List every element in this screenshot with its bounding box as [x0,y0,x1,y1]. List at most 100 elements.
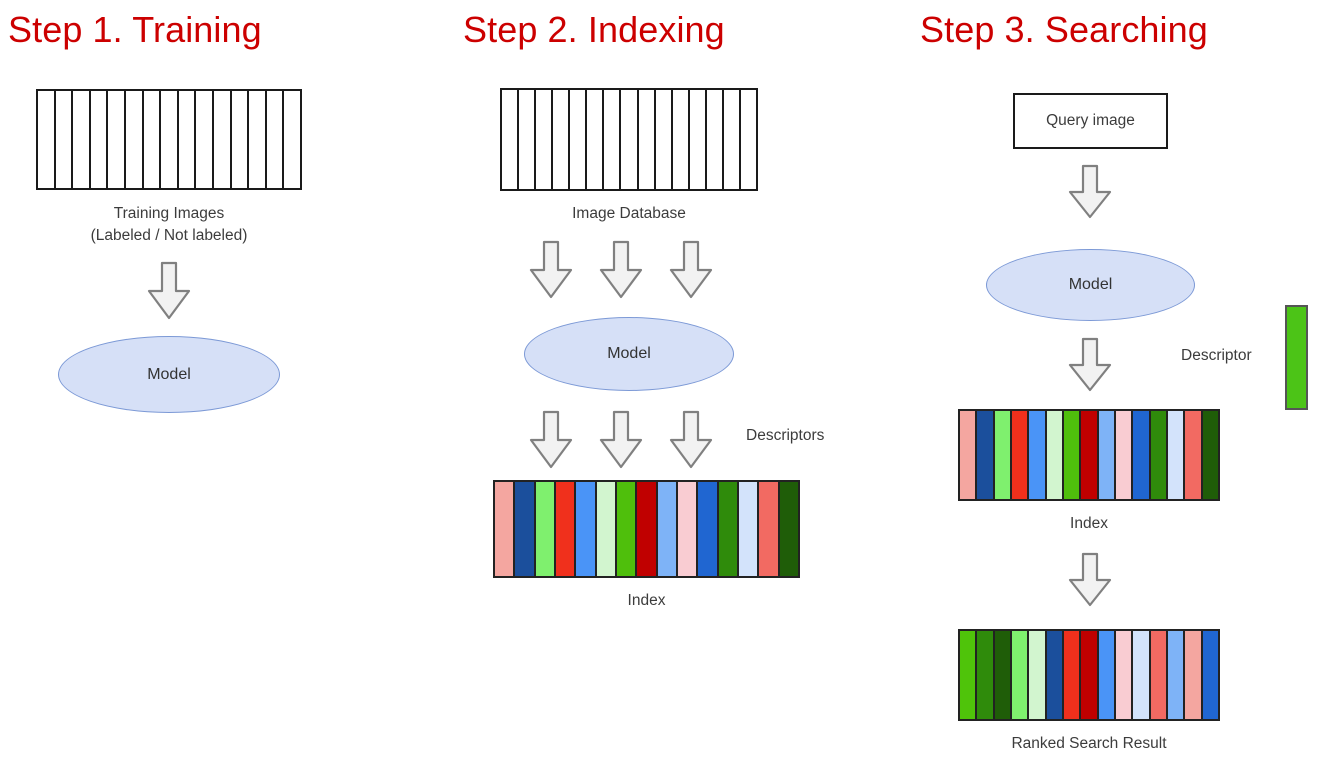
color-swatch [1098,411,1116,499]
color-swatch [977,631,995,719]
color-swatch [576,482,597,576]
descriptor-green-bar [1285,305,1308,410]
color-swatch [1133,631,1151,719]
ranked-result-color-bar [958,629,1220,721]
filmstrip-cell [125,91,144,188]
arrow-down-icon-indexing-a3 [668,240,714,300]
arrow-down-icon-indexing-a2 [598,240,644,300]
filmstrip-cell [143,91,162,188]
color-swatch [657,482,678,576]
color-swatch [1098,631,1116,719]
color-swatch [1150,631,1168,719]
training-images-caption: Training Images (Labeled / Not labeled) [36,203,302,246]
query-image-box: Query image [1013,93,1168,149]
model-ellipse-searching-label: Model [1068,276,1113,293]
filmstrip-cell [706,90,724,189]
arrow-down-icon-descriptors-a3 [668,410,714,470]
index-caption-searching: Index [1070,515,1108,532]
filmstrip-cell [689,90,707,189]
color-swatch [1115,411,1134,499]
color-swatch [1115,631,1134,719]
color-swatch [677,482,699,576]
index-caption-indexing: Index [627,592,666,609]
color-swatch [495,482,516,576]
color-swatch [1011,631,1030,719]
arrow-down-icon-query-to-model [1067,164,1113,220]
arrow-down-icon-descriptors-a2 [598,410,644,470]
color-swatch [1133,411,1151,499]
color-swatch [535,482,556,576]
filmstrip-cell [570,90,588,189]
filmstrip-cell [90,91,109,188]
color-swatch [1167,411,1186,499]
filmstrip-cell [604,90,622,189]
filmstrip-cell [536,90,554,189]
filmstrip-cell [178,91,197,188]
step-3-title: Step 3. Searching [920,9,1208,50]
filmstrip-cell [161,91,179,188]
filmstrip-cell [638,90,656,189]
filmstrip-cell [519,90,537,189]
descriptor-label: Descriptor [1181,347,1252,364]
filmstrip-cell [55,91,74,188]
filmstrip-cell [231,91,250,188]
step-2-title: Step 2. Indexing [463,9,725,50]
color-swatch [1063,411,1082,499]
arrow-down-icon-indexing-a1 [528,240,574,300]
color-swatch [994,631,1012,719]
training-images-filmstrip [36,89,302,190]
color-swatch [637,482,658,576]
query-image-box-label: Query image [1046,112,1135,129]
model-ellipse-indexing-label: Model [607,345,651,362]
color-swatch [1185,411,1203,499]
color-swatch [515,482,536,576]
filmstrip-cell [38,91,56,188]
color-swatch [1011,411,1030,499]
color-swatch [1167,631,1186,719]
filmstrip-cell [502,90,520,189]
color-swatch [1150,411,1168,499]
arrow-down-icon-index-to-result [1067,552,1113,608]
model-ellipse-training-label: Model [147,365,191,383]
model-ellipse-indexing: Model [524,317,734,391]
training-images-caption-line-2: (Labeled / Not labeled) [90,226,248,244]
color-swatch [1029,411,1047,499]
color-swatch [1202,631,1218,719]
color-swatch [759,482,780,576]
filmstrip-cell [73,91,91,188]
filmstrip-cell [655,90,673,189]
index-color-bar-searching [958,409,1220,501]
color-swatch [1046,411,1064,499]
color-swatch [1081,411,1099,499]
color-swatch [977,411,995,499]
filmstrip-cell [587,90,605,189]
color-swatch [555,482,577,576]
filmstrip-cell [196,91,214,188]
color-swatch [1081,631,1099,719]
color-swatch [779,482,798,576]
filmstrip-cell [108,91,126,188]
color-swatch [1063,631,1082,719]
arrow-down-icon-model-to-index [1067,337,1113,393]
step-1-title: Step 1. Training [8,9,262,50]
filmstrip-cell [249,91,267,188]
color-swatch [1185,631,1203,719]
color-swatch [1029,631,1047,719]
descriptors-label: Descriptors [746,427,825,444]
color-swatch [596,482,617,576]
color-swatch [960,631,978,719]
model-ellipse-searching: Model [986,249,1195,321]
filmstrip-cell [740,90,756,189]
image-database-caption: Image Database [572,205,686,222]
arrow-down-icon-training [146,261,192,321]
filmstrip-cell [723,90,741,189]
arrow-down-icon-descriptors-a1 [528,410,574,470]
color-swatch [960,411,978,499]
filmstrip-cell [213,91,232,188]
color-swatch [698,482,719,576]
color-swatch [1046,631,1064,719]
filmstrip-cell [553,90,571,189]
filmstrip-cell [672,90,690,189]
ranked-result-caption: Ranked Search Result [1011,735,1167,752]
color-swatch [738,482,760,576]
